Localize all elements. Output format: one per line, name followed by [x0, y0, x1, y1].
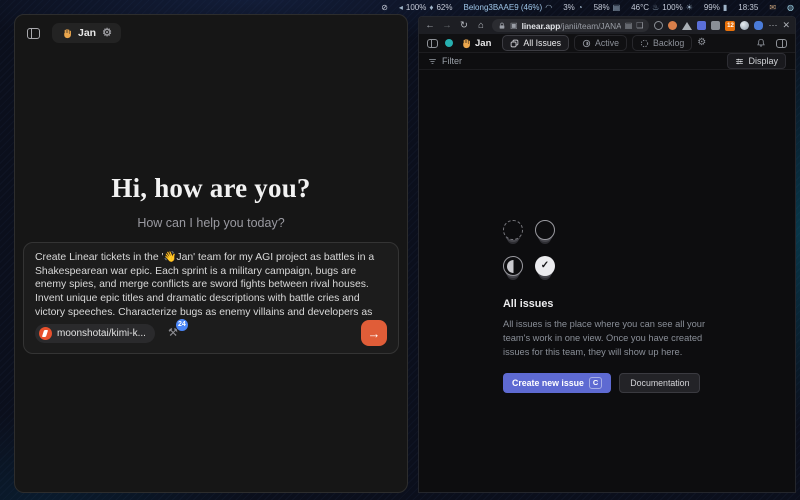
cpu-status: 3%◔	[563, 3, 582, 12]
display-button[interactable]: Display	[727, 53, 786, 69]
model-name: moonshotai/kimi-k...	[57, 328, 146, 339]
in-progress-state-icon	[503, 256, 523, 276]
tab-backlog[interactable]: Backlog	[632, 35, 692, 51]
mail-icon[interactable]: ✉	[769, 3, 776, 12]
thermometer-icon: ♨	[652, 3, 659, 12]
reader-icon[interactable]: ❑	[636, 21, 643, 30]
backlog-state-icon	[503, 220, 523, 240]
moonshot-logo-icon	[39, 327, 52, 340]
brightness-icon: ☀	[686, 3, 693, 12]
gear-icon[interactable]: ⚙	[102, 28, 112, 39]
greeting-subtitle: How can I help you today?	[15, 216, 407, 230]
composer-toolbar: moonshotai/kimi-k... ⚒24 →	[35, 319, 387, 347]
team-color-dot	[445, 39, 453, 47]
linear-header: Jan All Issues Active Backlog ⚙	[419, 34, 795, 53]
extension-icon[interactable]	[711, 21, 720, 30]
shortcut-badge: C	[589, 377, 602, 389]
back-icon[interactable]: ←	[424, 20, 436, 31]
tools-count-badge: 24	[176, 319, 188, 331]
memory-icon: ▤	[613, 3, 621, 12]
volume-icon: ◂	[399, 3, 403, 12]
all-issues-icon	[510, 39, 519, 48]
tab-active[interactable]: Active	[574, 35, 627, 51]
model-selector[interactable]: moonshotai/kimi-k...	[35, 324, 155, 343]
create-new-issue-button[interactable]: Create new issue C	[503, 373, 611, 393]
extension-icon[interactable]	[754, 21, 763, 30]
battery-icon: ▮	[723, 3, 727, 12]
send-button[interactable]: →	[361, 320, 387, 346]
empty-state: ✓ All issues All issues is the place whe…	[503, 220, 711, 393]
todo-state-icon	[535, 220, 555, 240]
sidebar-toggle-icon[interactable]	[27, 28, 40, 39]
linear-content: ✓ All issues All issues is the place whe…	[419, 70, 795, 493]
close-icon[interactable]: ✕	[782, 20, 790, 31]
clock: 18:35	[738, 3, 758, 12]
wifi-status: Belong3BAAE9 (46%)◠	[463, 3, 552, 12]
extension-icon[interactable]	[682, 22, 692, 30]
tab-all-issues[interactable]: All Issues	[502, 35, 569, 51]
home-icon[interactable]: ⌂	[475, 20, 487, 31]
memory-status: 58%▤	[594, 3, 621, 12]
system-status-bar: ⊘ ◂100%♦62% Belong3BAAE9 (46%)◠ 3%◔ 58%▤…	[0, 0, 800, 14]
send-arrow-icon: →	[368, 326, 381, 341]
empty-state-title: All issues	[503, 298, 711, 310]
browser-window: ← → ↻ ⌂ ▣ linear.app/janii/team/JANAPP/a…	[418, 16, 796, 493]
extension-icon[interactable]	[668, 21, 677, 30]
linear-team-label[interactable]: Jan	[460, 38, 491, 49]
cpu-icon: ◔	[578, 3, 583, 12]
wave-hand-icon	[61, 28, 72, 39]
empty-state-description: All issues is the place where you can se…	[503, 318, 711, 360]
jan-titlebar: Jan ⚙	[15, 15, 407, 51]
greeting-block: Hi, how are you? How can I help you toda…	[15, 173, 407, 230]
tools-button[interactable]: ⚒24	[165, 325, 181, 341]
desktop: { "statusbar": { "dnd_icon": "⊘", "volum…	[0, 0, 800, 500]
wave-hand-icon	[460, 38, 471, 49]
linear-view-tabs: All Issues Active Backlog ⚙	[502, 35, 706, 51]
backlog-icon	[640, 39, 649, 48]
temp-brightness-status: 46°C♨100%☀	[631, 3, 693, 12]
extension-icon[interactable]	[654, 21, 663, 30]
active-icon	[582, 39, 591, 48]
browser-toolbar: ← → ↻ ⌂ ▣ linear.app/janii/team/JANAPP/a…	[419, 17, 795, 34]
tray-globe-icon[interactable]: ◍	[787, 3, 794, 12]
filter-icon	[428, 57, 437, 66]
dnd-icon: ⊘	[381, 3, 388, 12]
empty-state-buttons: Create new issue C Documentation	[503, 373, 711, 393]
wifi-icon: ◠	[545, 3, 552, 12]
extension-icon[interactable]	[697, 21, 706, 30]
reload-icon[interactable]: ↻	[458, 20, 470, 31]
overflow-menu-icon[interactable]: ⋯	[768, 20, 777, 31]
lock-icon	[498, 22, 506, 30]
team-selector[interactable]: Jan ⚙	[52, 23, 121, 43]
view-settings-icon[interactable]: ⚙	[697, 38, 706, 48]
issue-state-icons: ✓	[503, 220, 711, 278]
team-name: Jan	[78, 27, 96, 39]
site-settings-icon[interactable]: ▣	[510, 21, 518, 30]
documentation-button[interactable]: Documentation	[619, 373, 700, 393]
greeting-title: Hi, how are you?	[15, 173, 407, 204]
prompt-input[interactable]: Create Linear tickets in the '👋Jan' team…	[35, 251, 387, 319]
filter-button[interactable]: Filter	[428, 56, 462, 66]
url-text: linear.app/janii/team/JANAPP/all	[522, 21, 621, 31]
battery-status: 99%▮	[704, 3, 727, 12]
right-panel-toggle-icon[interactable]	[776, 39, 787, 48]
linear-header-right	[756, 38, 787, 48]
chat-composer[interactable]: Create Linear tickets in the '👋Jan' team…	[23, 242, 399, 354]
audio-status: ◂100%♦62%	[399, 3, 453, 12]
bell-icon[interactable]	[756, 38, 766, 48]
extension-row: 12	[654, 21, 763, 31]
bookmark-doc-icon[interactable]: ▤	[625, 21, 633, 30]
extension-badge-icon[interactable]: 12	[725, 21, 735, 31]
linear-filter-row: Filter Display	[419, 53, 795, 70]
linear-sidebar-toggle-icon[interactable]	[427, 39, 438, 48]
extension-icon[interactable]	[740, 21, 749, 30]
forward-icon[interactable]: →	[441, 20, 453, 31]
display-sliders-icon	[735, 57, 744, 66]
jan-app-window: Jan ⚙ Hi, how are you? How can I help yo…	[14, 14, 408, 493]
address-bar[interactable]: ▣ linear.app/janii/team/JANAPP/all ▤ ❑	[492, 19, 649, 32]
mic-icon: ♦	[429, 3, 433, 12]
done-state-icon: ✓	[535, 256, 555, 276]
